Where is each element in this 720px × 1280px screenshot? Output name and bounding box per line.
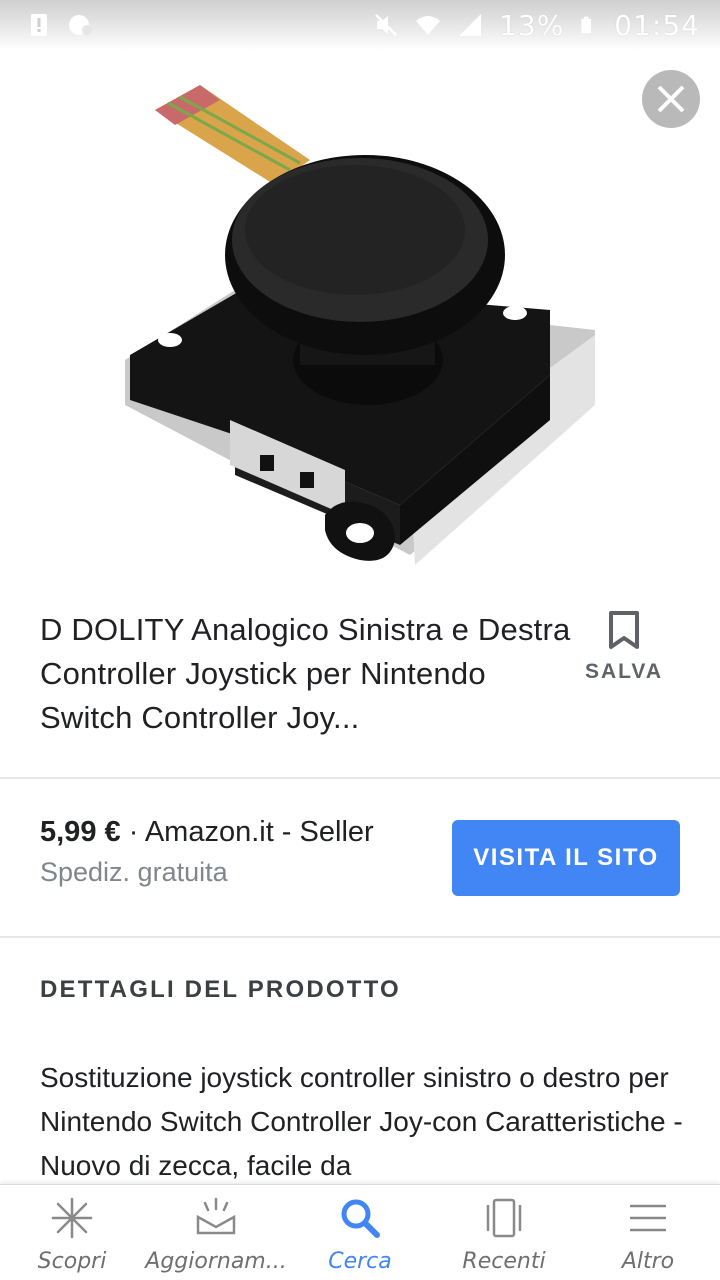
- status-bar: 13% 01:54: [0, 0, 720, 50]
- close-button[interactable]: [642, 70, 700, 128]
- clock: 01:54: [614, 8, 700, 42]
- product-title: D DOLITY Analogico Sinistra e Destra Con…: [40, 612, 571, 735]
- price-separator: ·: [120, 816, 145, 848]
- nav-item-updates[interactable]: Aggiornam...: [144, 1185, 288, 1280]
- nav-item-search[interactable]: Cerca: [288, 1185, 432, 1280]
- search-icon: [341, 1199, 380, 1238]
- details-text: Sostituzione joystick controller sinistr…: [40, 1062, 683, 1181]
- bookmark-icon: [609, 611, 639, 649]
- updates-icon: [196, 1197, 236, 1235]
- price: 5,99 €: [40, 816, 121, 848]
- nav-item-more[interactable]: Altro: [576, 1185, 720, 1280]
- nav-item-discover[interactable]: Scopri: [0, 1185, 144, 1280]
- price-line: 5,99 € · Amazon.it - Seller: [40, 816, 440, 849]
- status-left-icons: [26, 12, 94, 38]
- nav-label: Altro: [621, 1249, 675, 1274]
- alert-icon: [31, 14, 47, 36]
- save-label: SALVA: [584, 660, 664, 683]
- product-image[interactable]: [110, 75, 610, 585]
- signal-icon: [459, 14, 482, 36]
- nav-label: Recenti: [462, 1249, 546, 1274]
- mute-icon: [375, 14, 397, 36]
- status-right-icons: 13% 01:54: [373, 9, 700, 42]
- divider: [0, 777, 720, 779]
- visit-site-button[interactable]: VISITA IL SITO: [452, 820, 680, 896]
- bottom-navigation: Scopri Aggiornam... Cerca Recenti Altro: [0, 1184, 720, 1280]
- product-title-block: D DOLITY Analogico Sinistra e Destra Con…: [40, 608, 580, 740]
- shipping-info: Spediz. gratuita: [40, 857, 228, 887]
- save-button[interactable]: SALVA: [572, 610, 676, 694]
- recent-icon: [486, 1198, 522, 1238]
- nav-label: Aggiornam...: [145, 1249, 287, 1274]
- price-row: 5,99 € · Amazon.it - Seller Spediz. grat…: [40, 816, 440, 888]
- nav-label: Cerca: [328, 1249, 392, 1274]
- wifi-icon: [416, 16, 441, 35]
- close-icon: [657, 85, 685, 113]
- nav-item-recent[interactable]: Recenti: [432, 1185, 576, 1280]
- seller: Amazon.it - Seller: [144, 816, 374, 848]
- battery-icon: [581, 16, 592, 34]
- details-heading: DETTAGLI DEL PRODOTTO: [40, 976, 401, 1003]
- menu-icon: [630, 1204, 666, 1232]
- notification-icon: [69, 15, 92, 35]
- nav-label: Scopri: [37, 1249, 107, 1274]
- battery-percent: 13%: [499, 8, 565, 42]
- discover-icon: [51, 1197, 93, 1239]
- divider: [0, 936, 720, 938]
